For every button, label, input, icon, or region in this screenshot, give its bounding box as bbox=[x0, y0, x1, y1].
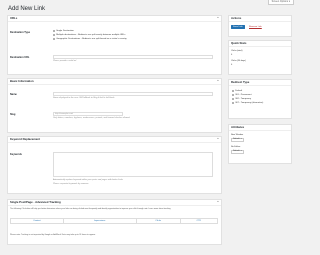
actions-box: Actions Save Link Remove Link bbox=[228, 15, 292, 37]
collapse-arrow-icon[interactable]: ▲ bbox=[217, 201, 219, 204]
name-desc: Name displayed to the user. Will fallbac… bbox=[53, 97, 115, 99]
urls-box: URLs ▲ Destination Type Single Destinati… bbox=[7, 15, 222, 75]
collapse-arrow-icon[interactable]: ▲ bbox=[217, 138, 219, 141]
radio-307[interactable] bbox=[232, 102, 235, 105]
option-label: Geographic Destinations - Redirects are … bbox=[56, 38, 127, 40]
collapse-arrow-icon[interactable]: ▲ bbox=[217, 80, 219, 83]
name-label: Name bbox=[10, 93, 17, 96]
option-label: Default bbox=[235, 90, 243, 92]
new-window-label: New Window bbox=[231, 134, 244, 136]
destination-type-label: Destination Type bbox=[10, 31, 30, 34]
collapse-arrow-icon[interactable]: ▲ bbox=[217, 17, 219, 20]
basic-info-box: Basic Information ▲ Name Name displayed … bbox=[7, 78, 222, 133]
destination-option-multiple[interactable]: Multiple destinations - Redirects are sp… bbox=[53, 34, 126, 37]
keyword-box: Keyword Replacement ▲ Keywords Automatic… bbox=[7, 136, 222, 194]
col-content[interactable]: Content bbox=[10, 218, 64, 224]
select-value: Default bbox=[233, 150, 240, 153]
select-value: Default bbox=[233, 138, 240, 141]
remove-link-button[interactable]: Remove Link bbox=[249, 26, 262, 29]
option-label: 302 - Temporary bbox=[235, 98, 252, 100]
page-title: Add New Link bbox=[8, 6, 46, 12]
col-impressions[interactable]: Impressions bbox=[62, 218, 137, 224]
tracking-header: Single Post/Page - Advanced Tracking bbox=[8, 200, 221, 206]
slug-label: Slug bbox=[10, 113, 16, 116]
redirect-type-header: Redirect Type bbox=[229, 80, 291, 86]
keyword-header: Keyword Replacement bbox=[8, 137, 221, 143]
radio-single[interactable] bbox=[53, 30, 56, 33]
quick-stats-box: Quick Stats Clicks (total) 0 Clicks (30 … bbox=[228, 40, 292, 75]
basic-info-header: Basic Information bbox=[8, 79, 221, 85]
destination-url-input[interactable] bbox=[53, 55, 213, 59]
tracking-footer: Please note: Tracking is not impacted by… bbox=[10, 234, 96, 236]
option-label: 301 - Permanent bbox=[235, 94, 252, 96]
radio-301[interactable] bbox=[232, 94, 235, 97]
destination-option-geo[interactable]: Geographic Destinations - Redirects are … bbox=[53, 38, 127, 41]
clicks-total-label: Clicks (total) bbox=[231, 50, 243, 52]
redirect-type-box: Redirect Type Default 301 - Permanent 30… bbox=[228, 79, 292, 119]
redirect-option-301[interactable]: 301 - Permanent bbox=[232, 94, 251, 97]
new-window-select[interactable]: Default ▾ bbox=[231, 138, 244, 142]
save-link-button[interactable]: Save Link bbox=[231, 25, 245, 29]
radio-302[interactable] bbox=[232, 98, 235, 101]
clicks-total-value: 0 bbox=[231, 54, 233, 56]
clicks-30-value: 0 bbox=[231, 64, 233, 66]
clicks-30-label: Clicks (30 days) bbox=[231, 60, 246, 62]
urls-box-header: URLs bbox=[8, 16, 221, 22]
attributes-box: Attributes New Window Default ▾ No Follo… bbox=[228, 124, 292, 164]
destination-url-label: Destination URL bbox=[10, 56, 30, 59]
tracking-box: Single Post/Page - Advanced Tracking ▲ T… bbox=[7, 199, 222, 245]
screen-options-button[interactable]: Screen Options ▾ bbox=[267, 0, 294, 5]
radio-geo[interactable] bbox=[53, 38, 56, 41]
chevron-down-icon: ▾ bbox=[240, 138, 242, 141]
option-label: Single Destination bbox=[56, 30, 74, 32]
option-label: 307 - Temporary (alternative) bbox=[235, 102, 264, 104]
radio-default[interactable] bbox=[232, 90, 235, 93]
col-clicks[interactable]: Clicks bbox=[135, 218, 181, 224]
chevron-down-icon: ▾ bbox=[240, 150, 242, 153]
actions-header: Actions bbox=[229, 16, 291, 22]
keywords-label: Keywords bbox=[10, 153, 22, 156]
quick-stats-header: Quick Stats bbox=[229, 41, 291, 47]
radio-multiple[interactable] bbox=[53, 34, 56, 37]
redirect-option-default[interactable]: Default bbox=[232, 90, 242, 93]
destination-option-single[interactable]: Single Destination bbox=[53, 30, 74, 33]
tracking-table: Content Impressions Clicks CTR bbox=[10, 218, 219, 224]
tracking-desc: The following Click data will help you b… bbox=[10, 208, 171, 210]
redirect-option-307[interactable]: 307 - Temporary (alternative) bbox=[232, 102, 263, 105]
option-label: Multiple destinations - Redirects are sp… bbox=[56, 34, 126, 36]
no-follow-select[interactable]: Default ▾ bbox=[231, 150, 244, 154]
destination-url-desc: Please provide a valid url bbox=[53, 60, 77, 62]
slug-input[interactable]: http://example.com/ bbox=[53, 112, 123, 116]
col-ctr[interactable]: CTR bbox=[179, 218, 219, 224]
keywords-desc-1: Automatically replace keyword within you… bbox=[53, 179, 123, 181]
attributes-header: Attributes bbox=[229, 125, 291, 131]
keywords-desc-2: Please separate keywords by commas bbox=[53, 182, 89, 185]
slug-desc: Only letters, numbers, hyphens, undersco… bbox=[53, 117, 130, 119]
redirect-option-302[interactable]: 302 - Temporary bbox=[232, 98, 251, 101]
name-input[interactable] bbox=[53, 92, 213, 96]
keywords-textarea[interactable] bbox=[53, 152, 213, 177]
no-follow-label: No Follow bbox=[231, 146, 241, 148]
